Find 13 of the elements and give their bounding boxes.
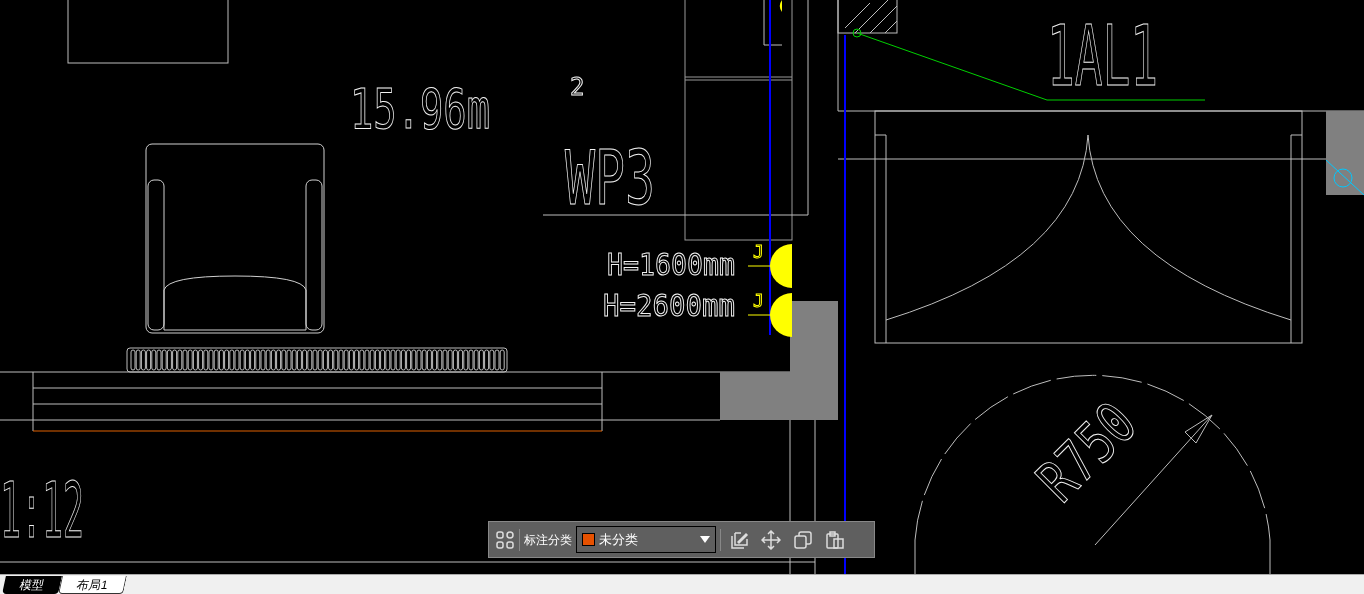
- area-label: 15.96m: [350, 76, 553, 141]
- height-label: H=2600mm: [603, 288, 748, 323]
- superscript-label: 2: [570, 73, 585, 101]
- category-dropdown[interactable]: 未分类: [576, 526, 716, 553]
- category-label: 标注分类: [524, 531, 572, 549]
- room-label: WP3: [565, 135, 699, 221]
- layout-tab[interactable]: 模型: [2, 576, 62, 594]
- scale-label: 1:12: [0, 466, 184, 555]
- layout-tab[interactable]: 布局1: [58, 576, 127, 594]
- height-label: H=1600mm: [607, 247, 752, 282]
- socket-tag: J: [753, 290, 764, 311]
- socket-tag: J: [753, 241, 764, 262]
- panel-label: 1AL1: [1047, 7, 1250, 105]
